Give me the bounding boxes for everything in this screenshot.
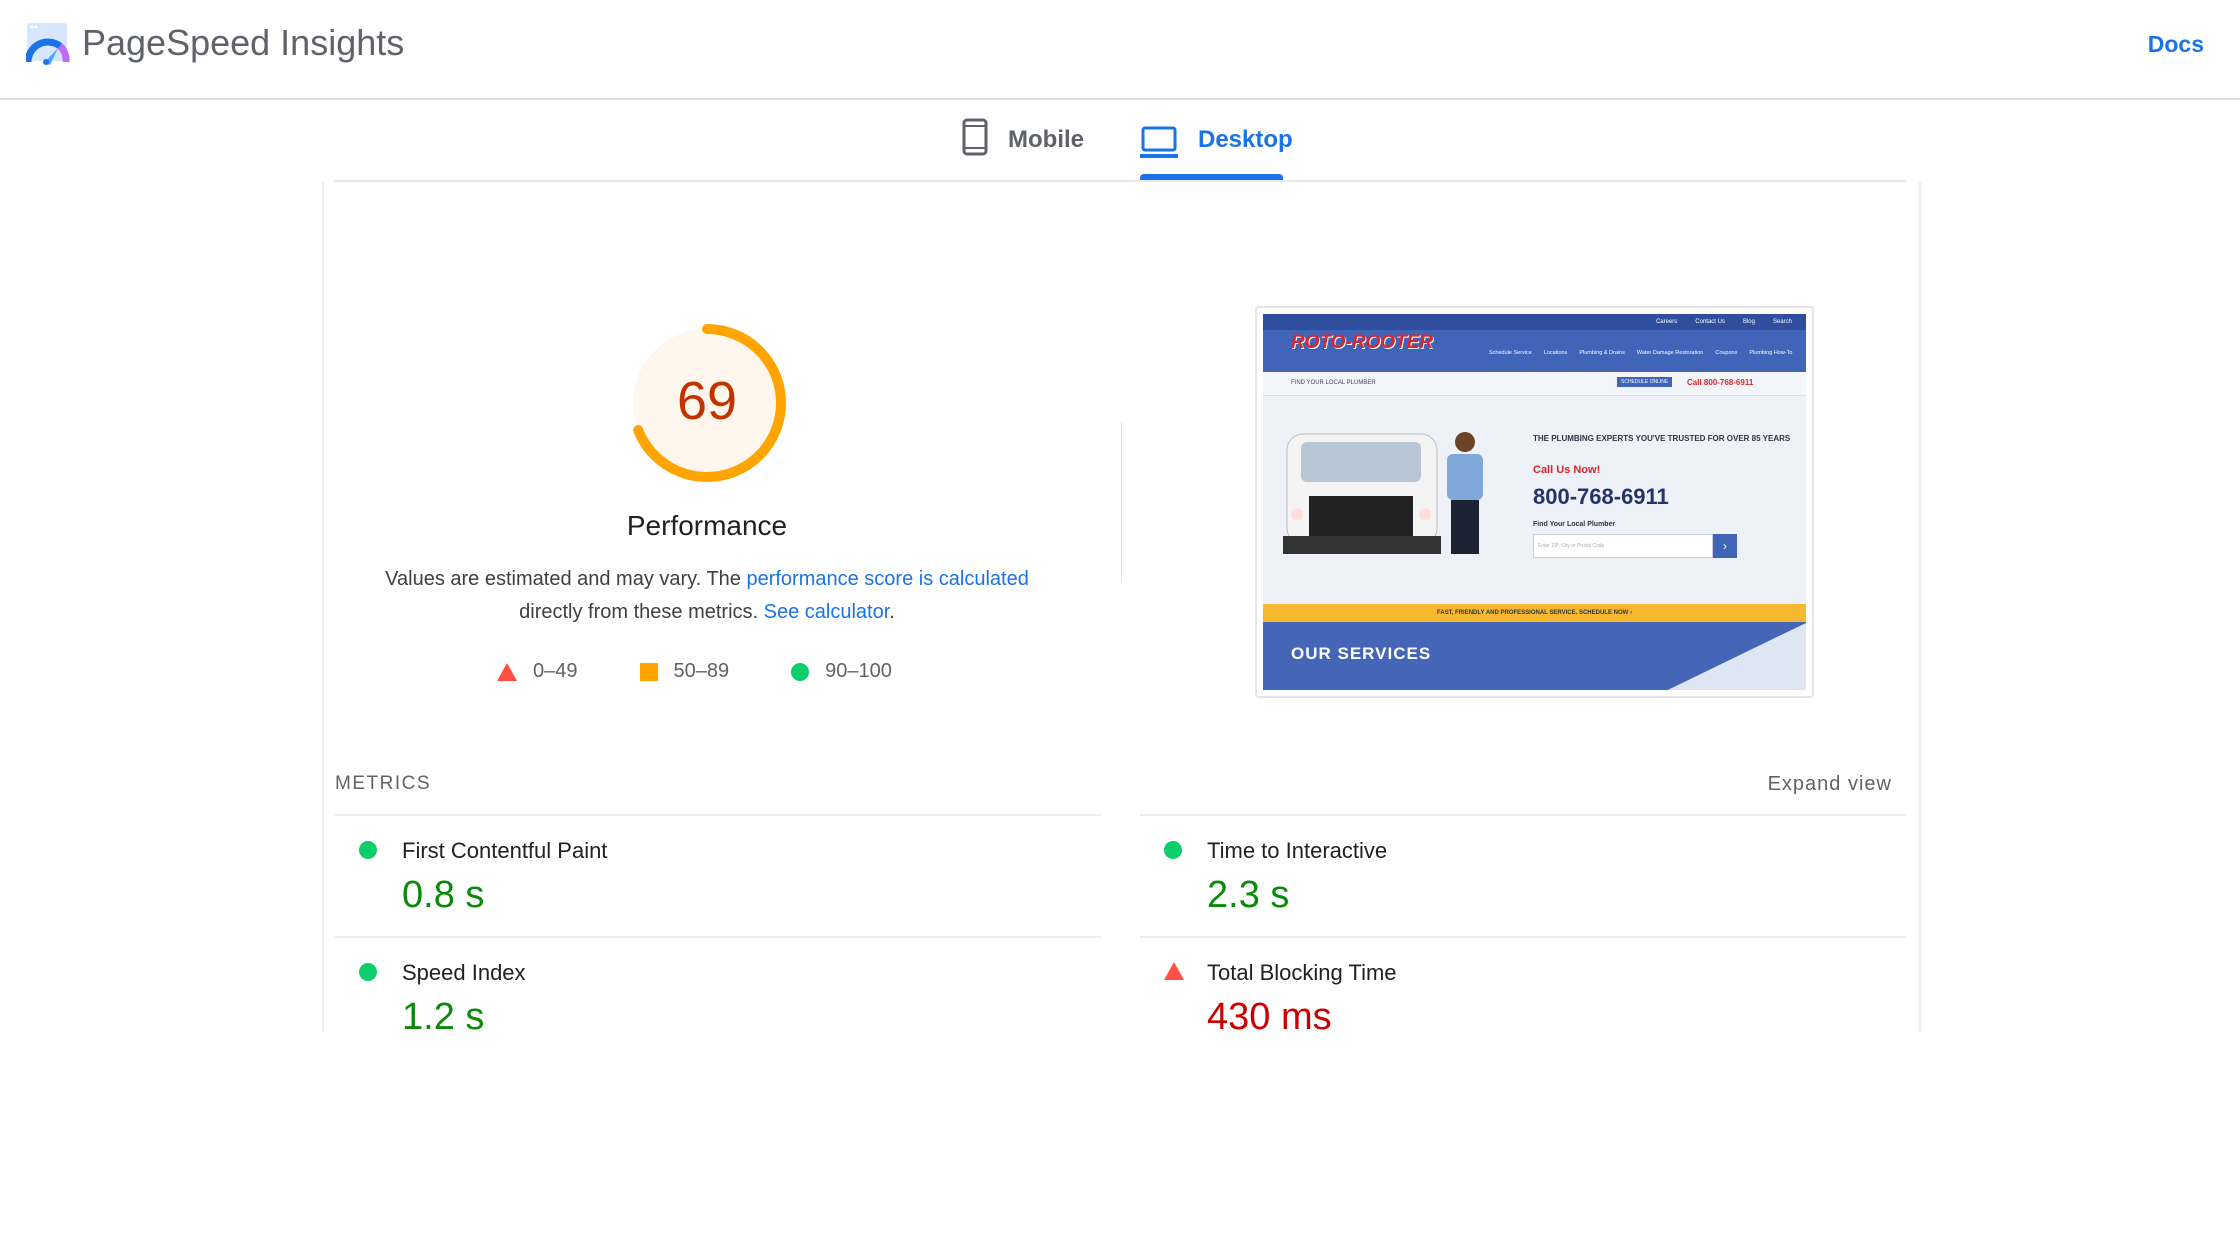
legend-pass: 90–100 xyxy=(791,660,892,683)
metric-speed-index: Speed Index 1.2 s xyxy=(335,938,1101,1032)
score-legend: 0–49 50–89 90–100 xyxy=(497,660,954,683)
tab-mobile-label: Mobile xyxy=(1008,126,1084,153)
legend-range: 90–100 xyxy=(825,660,892,682)
site-phone: 800-768-6911 xyxy=(1533,484,1669,509)
tab-mobile[interactable]: Mobile xyxy=(962,118,1084,180)
header: PageSpeed Insights Docs xyxy=(0,0,2240,100)
site-topnav: Careers Contact Us Blog Search xyxy=(1263,314,1806,330)
score-calculated-link[interactable]: performance score is calculated xyxy=(746,568,1028,590)
category-title: Performance xyxy=(626,510,788,541)
triangle-icon xyxy=(497,662,517,681)
site-headline: THE PLUMBING EXPERTS YOU'VE TRUSTED FOR … xyxy=(1533,434,1791,443)
site-nav: Plumbing How-To xyxy=(1749,350,1793,356)
site-services-title: OUR SERVICES xyxy=(1291,644,1432,663)
van-and-plumber-photo xyxy=(1283,432,1483,554)
app-title: PageSpeed Insights xyxy=(82,22,405,63)
site-nav: Contact Us xyxy=(1695,319,1725,325)
metric-title: Total Blocking Time xyxy=(1207,960,1397,985)
score-description: Values are estimated and may vary. The p… xyxy=(357,563,1057,629)
site-find-local: FIND YOUR LOCAL PLUMBER xyxy=(1291,380,1376,386)
pagespeed-logo-icon[interactable] xyxy=(26,22,70,66)
metric-title: Speed Index xyxy=(402,960,526,985)
tab-desktop-label: Desktop xyxy=(1198,126,1293,153)
laptop-icon xyxy=(1140,126,1178,158)
performance-score: 69 xyxy=(676,371,738,431)
site-search-button: › xyxy=(1713,534,1737,558)
pass-circle-icon xyxy=(359,963,377,981)
docs-link[interactable]: Docs xyxy=(2148,31,2204,58)
metric-title: First Contentful Paint xyxy=(402,838,608,863)
metric-tti: Time to Interactive 2.3 s xyxy=(1140,816,1906,936)
circle-icon xyxy=(791,662,810,681)
phone-icon xyxy=(962,118,988,156)
metrics-grid: First Contentful Paint 0.8 s Time to Int… xyxy=(335,816,1906,1032)
site-schedule-button: SCHEDULE ONLINE xyxy=(1617,377,1673,387)
desc-text: . xyxy=(889,601,895,623)
legend-range: 0–49 xyxy=(533,660,578,682)
metric-value: 430 ms xyxy=(1207,996,1332,1032)
site-mainnav: Schedule Service Locations Plumbing & Drai… xyxy=(1489,350,1792,356)
metric-fcp: First Contentful Paint 0.8 s xyxy=(335,816,1101,936)
metric-value: 0.8 s xyxy=(402,874,485,916)
desc-text: Values are estimated and may vary. The xyxy=(385,568,747,590)
site-nav: Water Damage Restoration xyxy=(1636,350,1704,356)
metric-value: 2.3 s xyxy=(1207,874,1290,916)
site-nav: Careers xyxy=(1655,319,1678,325)
site-zip-input: Enter ZIP, City or Postal Code xyxy=(1533,534,1713,558)
site-find-label: Find Your Local Plumber xyxy=(1533,521,1616,528)
site-nav: Coupons xyxy=(1715,350,1738,356)
square-icon xyxy=(639,662,658,681)
pass-circle-icon xyxy=(1164,841,1182,859)
site-nav: Locations xyxy=(1543,350,1568,356)
metric-value: 1.2 s xyxy=(402,996,485,1032)
vertical-divider xyxy=(1121,422,1122,582)
site-logo: ROTO-ROOTER xyxy=(1291,332,1434,353)
site-banner: FAST, FRIENDLY AND PROFESSIONAL SERVICE.… xyxy=(1263,604,1806,622)
site-nav: Search xyxy=(1772,319,1792,325)
site-call-now: Call Us Now! xyxy=(1533,464,1601,476)
fail-triangle-icon xyxy=(1164,962,1184,980)
legend-fail: 0–49 xyxy=(497,660,578,683)
screenshot-image: Careers Contact Us Blog Search ROTO-ROOTER … xyxy=(1263,314,1806,690)
site-services-wedge xyxy=(1667,622,1806,690)
site-nav: Schedule Service xyxy=(1489,350,1532,356)
metric-title: Time to Interactive xyxy=(1207,838,1388,863)
site-call-top: Call 800-768-6911 xyxy=(1687,378,1754,387)
site-nav: Blog xyxy=(1742,319,1755,325)
see-calculator-link[interactable]: See calculator xyxy=(764,601,890,623)
final-screenshot: Careers Contact Us Blog Search ROTO-ROOTER … xyxy=(1255,306,1814,698)
pass-circle-icon xyxy=(359,841,377,859)
desc-text: directly from these metrics. xyxy=(519,601,764,623)
legend-range: 50–89 xyxy=(673,660,730,682)
metrics-heading: METRICS xyxy=(335,773,431,794)
site-nav: Plumbing & Drains xyxy=(1579,350,1625,356)
legend-average: 50–89 xyxy=(639,660,730,683)
tab-desktop[interactable]: Desktop xyxy=(1140,118,1293,180)
metric-tbt: Total Blocking Time 430 ms xyxy=(1140,938,1906,1032)
expand-view-button[interactable]: Expand view xyxy=(1768,773,1892,796)
